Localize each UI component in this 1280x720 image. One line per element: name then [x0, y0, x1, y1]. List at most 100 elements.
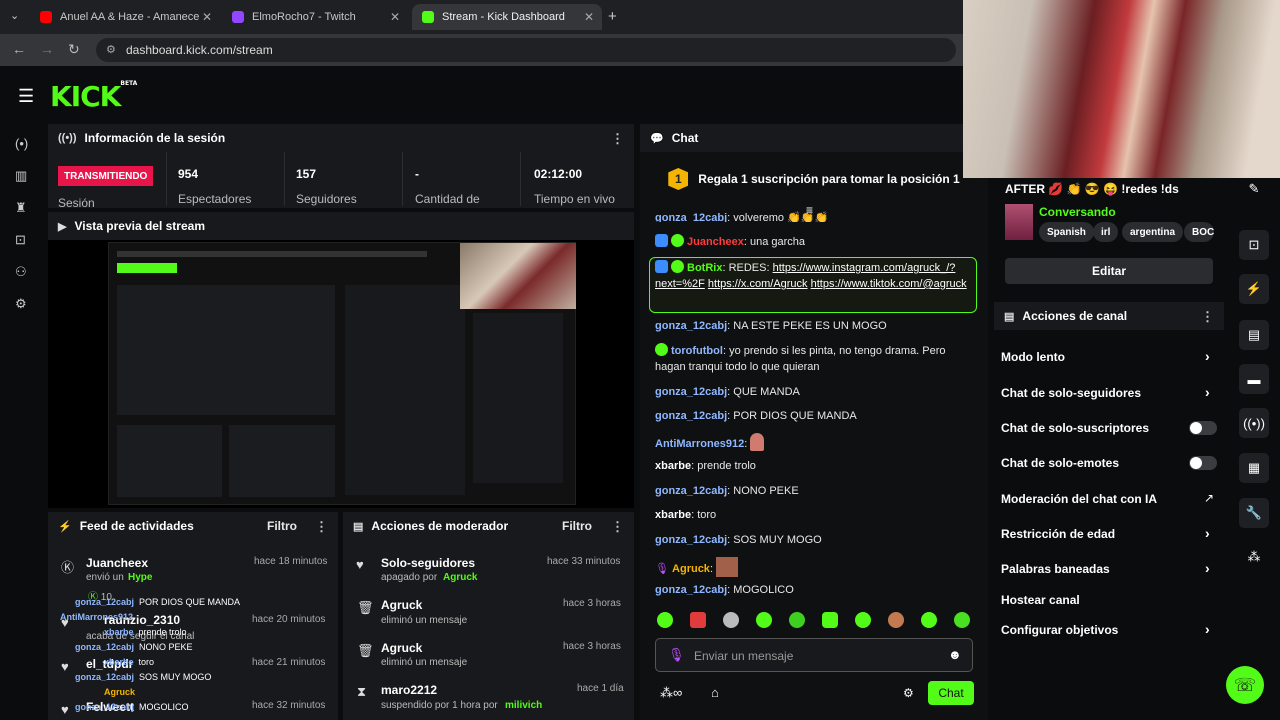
emote-icon[interactable] [756, 612, 772, 628]
trophy-icon[interactable]: ♜ [15, 200, 27, 216]
emoji-icon[interactable]: ☻ [948, 647, 962, 662]
back-icon[interactable]: ← [12, 41, 26, 57]
community-icon[interactable]: ⚇ [15, 264, 27, 280]
emote-icon[interactable] [822, 612, 838, 628]
chat-link[interactable]: https://www.tiktok.com/@agruck [811, 278, 967, 290]
moderator-badge-icon [655, 234, 668, 247]
kebab-menu-icon[interactable]: ⋮ [611, 131, 624, 147]
chat-message: BotRix: REDES: https://www.instagram.com… [655, 260, 967, 290]
edit-icon[interactable]: ✎ [1239, 174, 1269, 204]
kick-logo[interactable]: KICKBETA [50, 80, 137, 113]
emote-icon[interactable] [921, 612, 937, 628]
edit-stream-button[interactable]: Editar [1005, 258, 1213, 284]
chat-bubble-icon[interactable]: ▬ [1239, 364, 1269, 394]
overlay-chat-line: gonza_12cabj MOGOLICO [75, 702, 189, 712]
overlay-chat-line: gonza_12cabj SOS MUY MOGO [75, 672, 212, 682]
tag-chip[interactable]: BOC [1184, 222, 1214, 242]
chat-message: xbarbe: prende trolo [655, 460, 756, 472]
emote-icon[interactable] [855, 612, 871, 628]
activity-name[interactable]: Juancheex [86, 556, 148, 570]
send-chat-button[interactable]: Chat [928, 681, 974, 705]
kebab-menu-icon[interactable]: ⋮ [1201, 309, 1214, 325]
chevron-right-icon[interactable]: › [1205, 384, 1210, 400]
site-info-icon[interactable]: ⚙ [106, 43, 116, 56]
emotes-only-toggle[interactable] [1189, 456, 1217, 470]
youtube-icon [40, 11, 52, 23]
followers-value: 157 [296, 167, 317, 181]
category-link[interactable]: Conversando [1039, 205, 1116, 219]
slow-mode-item[interactable]: Modo lento [1001, 350, 1065, 364]
community-icon[interactable]: ⁂ [1239, 542, 1269, 572]
chevron-right-icon[interactable]: › [1205, 560, 1210, 576]
layout-icon[interactable]: ▦ [1239, 453, 1269, 483]
kebab-menu-icon[interactable]: ⋮ [315, 519, 328, 535]
chat-message: AntiMarrones912: [655, 433, 975, 452]
chat-message-input[interactable] [694, 647, 934, 665]
external-link-icon[interactable]: ↗ [1204, 491, 1214, 505]
trash-icon: 🗑 [357, 600, 374, 615]
close-icon[interactable]: ✕ [584, 10, 594, 24]
subscribers-only-toggle[interactable] [1189, 421, 1217, 435]
wrench-icon[interactable]: 🔧 [1239, 498, 1269, 528]
chat-message: gonza_12cabj: POR DIOS QUE MANDA [655, 410, 857, 422]
emote-icon[interactable] [657, 612, 673, 628]
webcam-overlay [963, 0, 1280, 178]
chevron-right-icon[interactable]: › [1205, 348, 1210, 364]
browser-tab-youtube[interactable]: Anuel AA & Haze - Amanece [O ✕ [30, 4, 220, 30]
panel-title: Feed de actividades [79, 519, 194, 533]
chat-message: gonza_12cabj: volveremo 👏👏👏 [655, 212, 829, 222]
tab-menu-icon[interactable]: ⌄ [10, 9, 19, 22]
tag-chip[interactable]: argentina [1122, 222, 1184, 242]
banned-words-item[interactable]: Palabras baneadas [1001, 562, 1110, 576]
menu-icon[interactable]: ☰ [18, 86, 34, 107]
play-icon: ▶ [58, 220, 67, 233]
browser-tab-kick[interactable]: Stream - Kick Dashboard ✕ [412, 4, 602, 30]
kebab-menu-icon[interactable]: ⋮ [611, 519, 624, 535]
emote-icon[interactable] [954, 612, 970, 628]
emote-icon[interactable] [723, 612, 739, 628]
tag-chip[interactable]: irl [1093, 222, 1119, 242]
document-icon[interactable]: ▤ [1239, 320, 1269, 350]
emote-icon[interactable] [789, 612, 805, 628]
reload-icon[interactable]: ↻ [68, 41, 80, 58]
chevron-right-icon[interactable]: › [1205, 525, 1210, 541]
store-icon[interactable]: ⌂ [711, 685, 719, 700]
moderation-icon[interactable]: ⊡ [15, 232, 26, 248]
filter-button[interactable]: Filtro [562, 519, 592, 533]
chat-settings-icon[interactable]: ⚙ [903, 686, 914, 700]
close-icon[interactable]: ✕ [390, 10, 400, 24]
ai-moderation-item[interactable]: Moderación del chat con IA [1001, 492, 1157, 506]
category-thumbnail[interactable] [1005, 204, 1033, 240]
chat-link[interactable]: https://x.com/Agruck [708, 278, 808, 290]
stream-preview-header: ▶ Vista previa del stream [48, 212, 634, 240]
settings-icon[interactable]: ⚙ [15, 296, 27, 312]
url-field[interactable]: ⚙ dashboard.kick.com/stream [96, 38, 956, 62]
support-headset-icon[interactable]: ☏ [1226, 666, 1264, 704]
verified-badge-icon [655, 343, 668, 356]
pinned-gift-banner[interactable]: 1 Regala 1 suscripción para tomar la posi… [640, 164, 988, 194]
stream-icon[interactable]: (•) [15, 136, 28, 151]
forward-icon[interactable]: → [40, 41, 54, 57]
analytics-icon[interactable]: ▥ [15, 168, 27, 184]
emote-icon[interactable] [888, 612, 904, 628]
close-icon[interactable]: ✕ [202, 10, 212, 24]
clip-icon[interactable]: ⊡ [1239, 230, 1269, 260]
chevron-right-icon[interactable]: › [1205, 621, 1210, 637]
browser-tab-twitch[interactable]: ElmoRocho7 - Twitch ✕ [222, 4, 408, 30]
mic-icon[interactable]: 🎙 [668, 647, 685, 663]
overlay-chat-line: AntiMarrones912 [60, 612, 134, 622]
followers-label: Seguidores [296, 192, 357, 206]
goals-item[interactable]: Configurar objetivos [1001, 623, 1118, 637]
new-tab-icon[interactable]: + [608, 8, 617, 25]
broadcast-icon: ((•)) [58, 132, 77, 144]
followers-only-item[interactable]: Chat de solo-seguidores [1001, 386, 1141, 400]
host-channel-item[interactable]: Hostear canal [1001, 593, 1080, 607]
emote-icon[interactable] [690, 612, 706, 628]
filter-button[interactable]: Filtro [267, 519, 297, 533]
rewards-icon[interactable]: ⁂∞ [660, 685, 682, 701]
broadcast-icon[interactable]: ((•)) [1239, 408, 1269, 438]
lightning-icon[interactable]: ⚡ [1239, 274, 1269, 304]
age-restriction-item[interactable]: Restricción de edad [1001, 527, 1115, 541]
tag-chip[interactable]: Spanish [1039, 222, 1094, 242]
chat-message: 🎙 Agruck: [655, 557, 975, 577]
